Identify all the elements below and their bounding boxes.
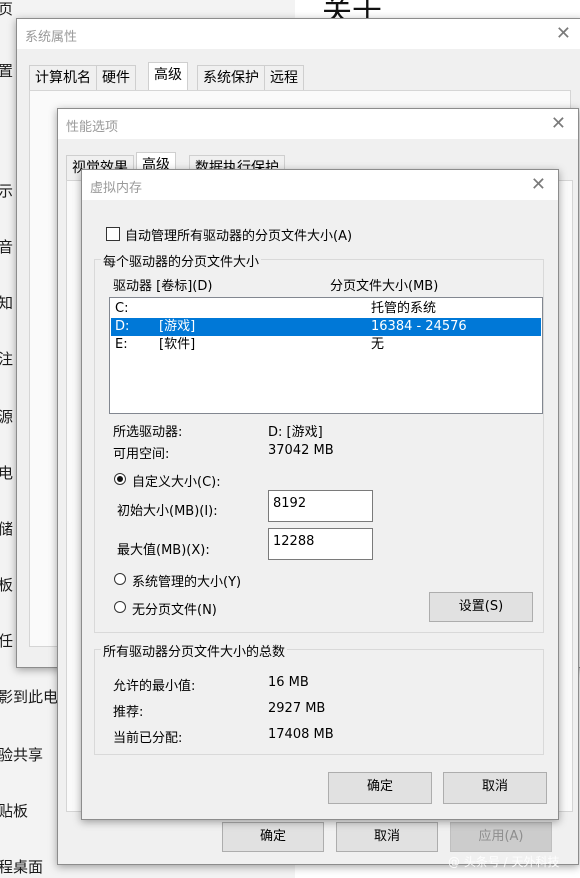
selected-drive-label: 所选驱动器: <box>113 425 183 440</box>
sidebar-text-fragment[interactable]: 贴板 <box>0 800 28 821</box>
drive-row-selected[interactable]: D: [游戏] 16384 - 24576 <box>111 318 541 336</box>
sidebar-text-fragment[interactable]: 电 <box>0 462 13 483</box>
virtual-memory-titlebar[interactable]: 虚拟内存 ✕ <box>82 170 558 200</box>
sidebar-text-fragment[interactable]: 储 <box>0 518 13 539</box>
sidebar-text-fragment[interactable]: 音 <box>0 236 13 257</box>
drive-letter: C: <box>115 301 129 316</box>
initial-size-label: 初始大小(MB)(I): <box>117 504 218 519</box>
virtual-memory-dialog: 虚拟内存 ✕ 自动管理所有驱动器的分页文件大小(A) 每个驱动器的分页文件大小 … <box>81 169 559 820</box>
drive-volume-label: [软件] <box>159 337 196 352</box>
drive-column-header: 驱动器 [卷标](D) <box>113 279 213 294</box>
drive-volume-label: [游戏] <box>159 319 196 334</box>
free-space-value: 37042 MB <box>268 443 334 458</box>
drive-listbox[interactable]: C: 托管的系统 D: [游戏] 16384 - 24576 E: [软件] 无 <box>109 297 543 414</box>
sidebar-text-fragment[interactable]: 示 <box>0 180 13 201</box>
watermark-text: @ 头条号 / 天外科技 <box>448 855 560 869</box>
tab-hardware[interactable]: 硬件 <box>96 65 136 90</box>
ok-button[interactable]: 确定 <box>328 772 432 804</box>
cancel-button[interactable]: 取消 <box>336 822 438 852</box>
no-paging-file-label[interactable]: 无分页文件(N) <box>132 599 217 618</box>
tab-computer-name[interactable]: 计算机名 <box>29 65 97 90</box>
drive-paging-size: 16384 - 24576 <box>371 319 467 334</box>
sidebar-text-fragment[interactable]: 源 <box>0 406 13 427</box>
system-properties-titlebar[interactable]: 系统属性 ✕ <box>17 19 580 49</box>
tab-system-protection[interactable]: 系统保护 <box>197 65 265 90</box>
recommended-label: 推荐: <box>113 705 144 720</box>
sidebar-text-fragment[interactable]: 板 <box>0 574 13 595</box>
max-size-input[interactable]: 12288 <box>268 528 373 560</box>
tab-advanced[interactable]: 高级 <box>148 62 188 91</box>
custom-size-radio[interactable] <box>114 473 126 485</box>
free-space-label: 可用空间: <box>113 447 170 462</box>
min-allowed-value: 16 MB <box>268 675 309 690</box>
drive-paging-size: 无 <box>371 337 385 352</box>
set-button[interactable]: 设置(S) <box>429 592 533 622</box>
drive-letter: E: <box>115 337 128 352</box>
dialog-title: 虚拟内存 <box>90 181 143 196</box>
close-icon[interactable]: ✕ <box>551 113 566 134</box>
window-title: 性能选项 <box>66 120 119 135</box>
tab-remote[interactable]: 远程 <box>264 65 304 90</box>
system-managed-radio[interactable] <box>114 573 126 585</box>
apply-button[interactable]: 应用(A) <box>450 822 552 852</box>
min-allowed-label: 允许的最小值: <box>113 679 196 694</box>
per-drive-group-label: 每个驱动器的分页文件大小 <box>101 251 262 270</box>
totals-group: 所有驱动器分页文件大小的总数 允许的最小值: 16 MB 推荐: 2927 MB… <box>94 641 544 755</box>
auto-manage-label[interactable]: 自动管理所有驱动器的分页文件大小(A) <box>125 225 352 244</box>
recommended-value: 2927 MB <box>268 701 326 716</box>
performance-options-titlebar[interactable]: 性能选项 ✕ <box>58 109 578 139</box>
sidebar-text-fragment[interactable]: 任 <box>0 630 13 651</box>
window-title: 系统属性 <box>25 30 78 45</box>
per-drive-group: 每个驱动器的分页文件大小 驱动器 [卷标](D) 分页文件大小(MB) C: 托… <box>94 251 544 633</box>
initial-size-input[interactable]: 8192 <box>268 490 373 522</box>
no-paging-file-radio[interactable] <box>114 601 126 613</box>
sidebar-text-fragment[interactable]: 影到此电 <box>0 686 58 707</box>
sidebar-text-fragment[interactable]: 置 <box>0 60 13 81</box>
drive-letter: D: <box>115 319 130 334</box>
sidebar-text-fragment[interactable]: 程桌面 <box>0 856 43 877</box>
selected-drive-value: D: [游戏] <box>268 425 323 440</box>
size-column-header: 分页文件大小(MB) <box>330 279 439 294</box>
close-icon[interactable]: ✕ <box>531 174 546 195</box>
ok-button[interactable]: 确定 <box>222 822 324 852</box>
auto-manage-checkbox[interactable] <box>106 227 120 241</box>
max-size-label: 最大值(MB)(X): <box>117 543 210 558</box>
cancel-button[interactable]: 取消 <box>443 772 547 804</box>
system-managed-label[interactable]: 系统管理的大小(Y) <box>132 571 241 590</box>
current-allocated-value: 17408 MB <box>268 727 334 742</box>
close-icon[interactable]: ✕ <box>556 23 571 44</box>
sidebar-text-fragment: 页 <box>0 0 14 18</box>
current-allocated-label: 当前已分配: <box>113 731 183 746</box>
sidebar-text-fragment[interactable]: 注 <box>0 348 13 369</box>
totals-group-label: 所有驱动器分页文件大小的总数 <box>101 641 288 660</box>
drive-row[interactable]: E: [软件] 无 <box>111 336 541 354</box>
drive-paging-size: 托管的系统 <box>371 301 437 316</box>
sidebar-text-fragment[interactable]: 验共享 <box>0 744 43 765</box>
custom-size-label[interactable]: 自定义大小(C): <box>132 471 221 490</box>
system-properties-tabs: 计算机名 硬件 高级 系统保护 远程 <box>29 62 569 91</box>
drive-row[interactable]: C: 托管的系统 <box>111 300 541 318</box>
sidebar-text-fragment[interactable]: 知 <box>0 292 13 313</box>
